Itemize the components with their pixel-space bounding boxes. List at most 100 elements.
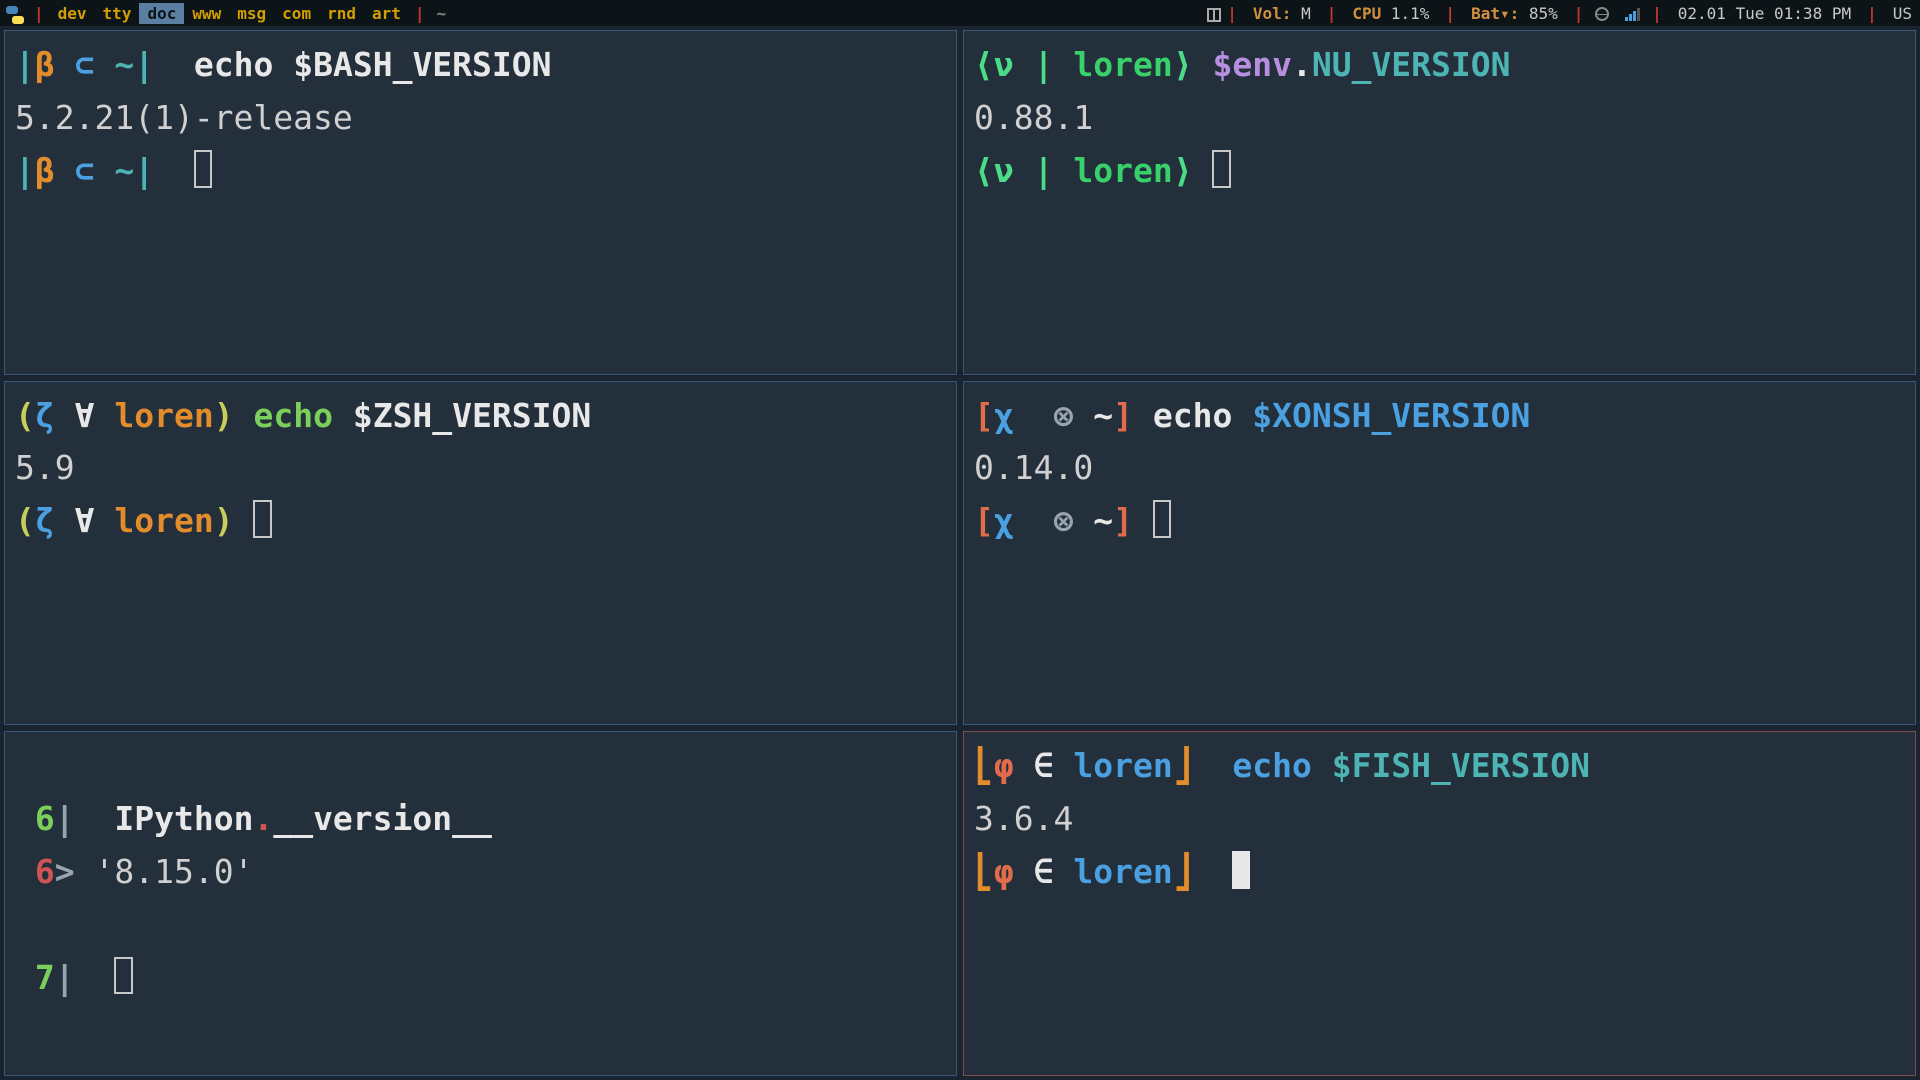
prompt-host: loren	[1073, 45, 1172, 84]
pane-ipython[interactable]: 6| IPython.__version__ 6> '8.15.0' 7|	[4, 731, 957, 1076]
prompt-open: |	[15, 45, 35, 84]
prompt-close: |	[134, 45, 154, 84]
cpu-label: CPU	[1352, 4, 1381, 23]
prompt-line: ⟨ν | loren⟩	[974, 145, 1905, 198]
volume-label: Vol:	[1253, 4, 1292, 23]
cpu-value: 1.1%	[1391, 4, 1430, 23]
prompt-close: ⟩	[1173, 151, 1193, 190]
workspace-dev[interactable]: dev	[50, 3, 95, 24]
prompt-op: |	[1034, 151, 1054, 190]
workspace-com[interactable]: com	[274, 3, 319, 24]
prompt-symbol: χ	[994, 501, 1014, 540]
cmd-dot: .	[1292, 45, 1312, 84]
cursor-icon	[1153, 500, 1171, 538]
output-line: 6> '8.15.0'	[15, 846, 946, 899]
prompt-op: ⊗	[1054, 396, 1074, 435]
input-line: 6| IPython.__version__	[15, 793, 946, 846]
workspace-rnd[interactable]: rnd	[319, 3, 364, 24]
cursor-icon	[1212, 150, 1230, 188]
cmd-env: $env	[1212, 45, 1291, 84]
workspace-www[interactable]: www	[184, 3, 229, 24]
separator-icon: |	[28, 4, 50, 23]
separator-icon: |	[1646, 4, 1668, 23]
workspace-art[interactable]: art	[364, 3, 409, 24]
battery-label: Bat▾:	[1471, 4, 1519, 23]
pane-fish[interactable]: ⎣φ ∈ loren⎦ echo $FISH_VERSION 3.6.4 ⎣φ …	[963, 731, 1916, 1076]
in-number: 6	[35, 799, 55, 838]
cmd-dot: .	[253, 799, 273, 838]
prompt-path: ~	[114, 151, 134, 190]
cursor-icon	[114, 957, 132, 995]
pane-xonsh[interactable]: [χ ⊗ ~] echo $XONSH_VERSION 0.14.0 [χ ⊗ …	[963, 381, 1916, 726]
in-number: 7	[35, 958, 55, 997]
battery-value: 85%	[1529, 4, 1558, 23]
prompt-symbol: φ	[994, 746, 1014, 785]
prompt-line: (ζ ∀ loren)	[15, 495, 946, 548]
prompt-open: ⎣	[974, 852, 994, 891]
cursor-icon	[194, 150, 212, 188]
prompt-host: loren	[1073, 151, 1172, 190]
cmd-echo: echo	[1232, 746, 1311, 785]
clock-widget: 02.01 Tue 01:38 PM	[1668, 4, 1861, 23]
signal-icon	[1625, 8, 1640, 21]
prompt-close: )	[214, 501, 234, 540]
separator-icon: |	[409, 4, 431, 23]
statusbar-right: | Vol: M | CPU 1.1% | Bat▾: 85% | | 02.0…	[1207, 4, 1914, 23]
blank-line	[15, 740, 946, 793]
prompt-close: ⟩	[1173, 45, 1193, 84]
prompt-open: (	[15, 396, 35, 435]
out-mark: >	[55, 852, 75, 891]
separator-icon: |	[1321, 4, 1343, 23]
pane-zsh[interactable]: (ζ ∀ loren) echo $ZSH_VERSION 5.9 (ζ ∀ l…	[4, 381, 957, 726]
separator-icon: |	[1439, 4, 1461, 23]
prompt-line: ⎣φ ∈ loren⎦ echo $FISH_VERSION	[974, 740, 1905, 793]
prompt-open: (	[15, 501, 35, 540]
prompt-line: ⎣φ ∈ loren⎦	[974, 846, 1905, 899]
keyboard-layout[interactable]: US	[1883, 4, 1914, 23]
workspace-msg[interactable]: msg	[229, 3, 274, 24]
prompt-op: ∀	[75, 501, 95, 540]
prompt-symbol: φ	[994, 852, 1014, 891]
prompt-open: [	[974, 501, 994, 540]
prompt-symbol: β	[35, 45, 55, 84]
cmd-attr: __version__	[273, 799, 492, 838]
prompt-close: |	[134, 151, 154, 190]
output-value: '8.15.0'	[95, 852, 254, 891]
cmd-key: NU_VERSION	[1312, 45, 1511, 84]
cmd-echo: echo	[253, 396, 332, 435]
battery-widget: Bat▾: 85%	[1461, 4, 1568, 23]
cursor-icon	[1232, 851, 1250, 889]
layout-icon[interactable]	[1207, 8, 1221, 22]
prompt-close: ]	[1113, 501, 1133, 540]
in-mark: |	[55, 958, 75, 997]
globe-icon	[1595, 7, 1609, 21]
prompt-line: ⟨ν | loren⟩ $env.NU_VERSION	[974, 39, 1905, 92]
separator-icon: |	[1568, 4, 1590, 23]
output-line: 0.14.0	[974, 442, 1905, 495]
in-mark: |	[55, 799, 75, 838]
pane-bash[interactable]: |β ⊂ ~| echo $BASH_VERSION 5.2.21(1)-rel…	[4, 30, 957, 375]
cmd-arg: $BASH_VERSION	[293, 45, 551, 84]
prompt-host: loren	[1073, 852, 1172, 891]
workspace-doc[interactable]: doc	[139, 3, 184, 24]
prompt-open: [	[974, 396, 994, 435]
out-number: 6	[35, 852, 55, 891]
separator-icon: |	[1221, 4, 1243, 23]
prompt-symbol: ζ	[35, 396, 55, 435]
prompt-close: )	[214, 396, 234, 435]
network-widget[interactable]	[1589, 4, 1646, 23]
output-line: 0.88.1	[974, 92, 1905, 145]
statusbar: | dev tty doc www msg com rnd art | ~ | …	[0, 0, 1920, 26]
prompt-open: |	[15, 151, 35, 190]
output-line: 3.6.4	[974, 793, 1905, 846]
prompt-open: ⎣	[974, 746, 994, 785]
prompt-symbol: ζ	[35, 501, 55, 540]
workspace-tty[interactable]: tty	[95, 3, 140, 24]
output-line: 5.2.21(1)-release	[15, 92, 946, 145]
volume-widget[interactable]: Vol: M	[1243, 4, 1321, 23]
prompt-symbol: ν	[994, 151, 1014, 190]
prompt-line: [χ ⊗ ~]	[974, 495, 1905, 548]
blank-line	[15, 899, 946, 952]
prompt-host: loren	[1073, 746, 1172, 785]
pane-nushell[interactable]: ⟨ν | loren⟩ $env.NU_VERSION 0.88.1 ⟨ν | …	[963, 30, 1916, 375]
